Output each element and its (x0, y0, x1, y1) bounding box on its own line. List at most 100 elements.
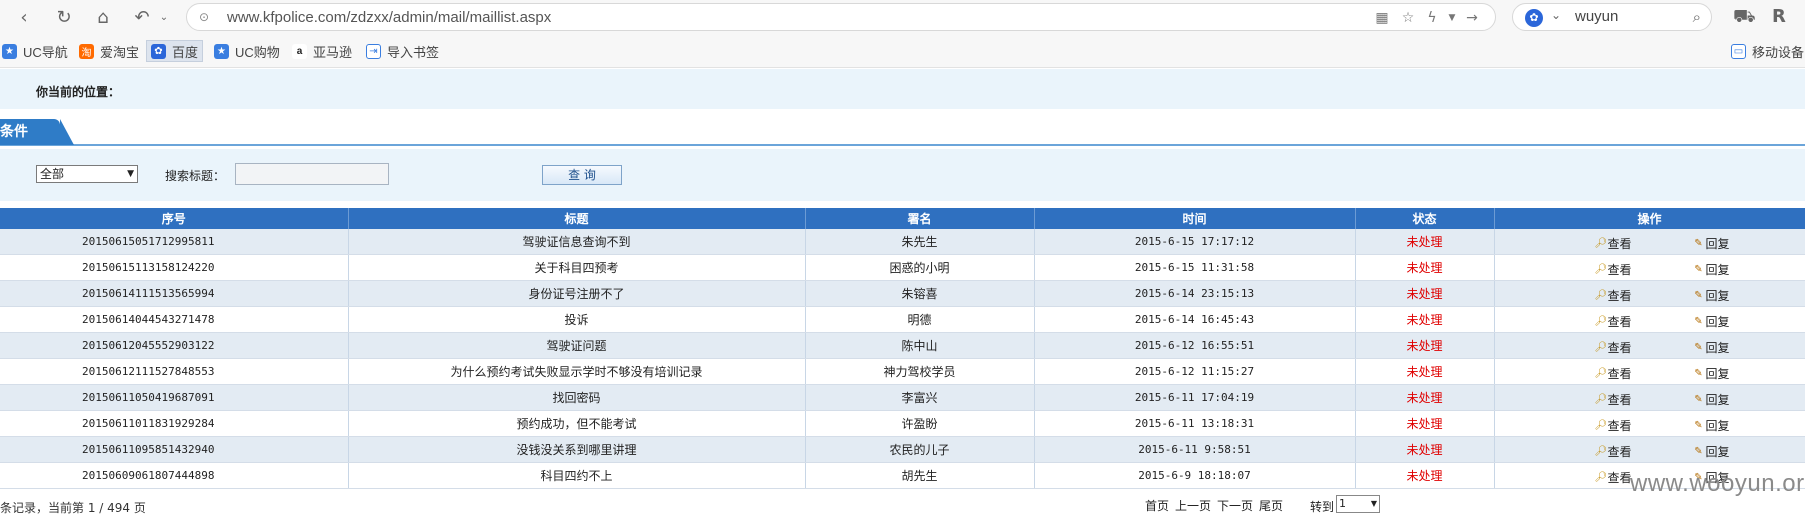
go-arrow-icon[interactable]: → (1463, 9, 1481, 27)
cell-status: 未处理 (1355, 410, 1495, 437)
bookmark-label: UC购物 (235, 44, 280, 60)
table-row: 20150611095851432940 没钱没关系到哪里讲理 农民的儿子 2015-… (0, 436, 1805, 463)
view-link[interactable]: 🔎︎ 查看 (1595, 313, 1632, 330)
reply-link[interactable]: ✎ 回复 (1693, 313, 1729, 330)
cell-time: 2015-6-14 16:45:43 (1034, 306, 1356, 333)
bookmark-baidu[interactable]: ✿ 百度 (146, 40, 204, 62)
star-icon[interactable]: ☆ (1399, 9, 1417, 27)
url-text[interactable]: www.kfpolice.com/zdzxx/admin/mail/mailli… (227, 9, 551, 26)
tab-underline (0, 144, 1805, 146)
edit-icon: ✎ (1694, 393, 1703, 405)
search-icon[interactable]: ⌕ (1693, 8, 1701, 26)
view-link[interactable]: 🔎︎ 查看 (1595, 261, 1632, 278)
search-box[interactable]: ✿ ⌄ wuyun ⌕ (1512, 3, 1712, 31)
goto-page-value: 1 (1339, 497, 1346, 510)
cell-actions: 🔎︎ 查看 ✎ 回复 (1494, 306, 1805, 333)
record-info: 条记录，当前第 1 / 494 页 (0, 501, 146, 515)
bookmark-uc-shop[interactable]: ★ UC购物 (214, 42, 280, 60)
taobao-icon: 淘 (79, 43, 94, 59)
dropdown-icon[interactable]: ▼ (1443, 9, 1461, 27)
goto-label: 转到 (1310, 500, 1335, 514)
baidu-paw-icon[interactable]: ✿ (1525, 9, 1543, 27)
reply-link[interactable]: ✎ 回复 (1693, 443, 1730, 460)
engine-dropdown-icon[interactable]: ⌄ (1551, 8, 1561, 22)
goto-page-select[interactable]: 1 ▼ (1336, 495, 1380, 513)
view-link[interactable]: 🔎︎ 查看 (1595, 391, 1632, 408)
view-link[interactable]: 🔎︎ 查看 (1595, 235, 1632, 252)
search-title-input[interactable] (235, 163, 389, 185)
view-link[interactable]: 🔎︎ 查看 (1595, 287, 1632, 304)
reply-link[interactable]: ✎ 回复 (1693, 235, 1730, 252)
refresh-icon[interactable]: ↻ (52, 5, 76, 29)
lightning-icon[interactable]: ϟ (1423, 9, 1441, 27)
uc-icon: ★ (214, 43, 229, 59)
category-select[interactable]: 全部 ▼ (36, 165, 138, 183)
view-label: 查看 (1607, 263, 1632, 277)
reply-link[interactable]: ✎ 回复 (1693, 391, 1729, 408)
reply-label: 回复 (1705, 445, 1730, 459)
reply-label: 回复 (1705, 419, 1730, 433)
table-row: 20150612045552903122 驾驶证问题 陈中山 2015-6-12 16… (0, 332, 1805, 359)
reply-link[interactable]: ✎ 回复 (1693, 417, 1730, 434)
edit-icon: ✎ (1694, 263, 1703, 275)
qr-code-icon[interactable]: ▦ (1373, 9, 1391, 27)
cell-id: 20150611011831929284 (0, 410, 349, 437)
view-link[interactable]: 🔎︎ 查看 (1595, 417, 1632, 434)
reply-link[interactable]: ✎ 回复 (1693, 261, 1729, 278)
cell-time: 2015-6-12 16:55:51 (1034, 332, 1356, 359)
cell-author: 陈中山 (805, 332, 1035, 359)
cell-status: 未处理 (1355, 229, 1495, 255)
reply-link[interactable]: ✎ 回复 (1693, 339, 1729, 356)
table-row: 20150611050419687091 找回密码 李富兴 2015-6-11 17:… (0, 384, 1805, 411)
cell-status: 未处理 (1355, 462, 1495, 489)
back-icon[interactable]: ‹ (12, 5, 36, 29)
query-button[interactable]: 查 询 (542, 165, 622, 185)
first-page-link[interactable]: 首页 (1145, 497, 1169, 514)
header-time[interactable]: 时间 (1034, 208, 1356, 229)
address-bar[interactable]: ⊙ www.kfpolice.com/zdzxx/admin/mail/mail… (186, 3, 1496, 31)
mobile-device-button[interactable]: ▭ 移动设备 (1731, 42, 1804, 60)
next-page-link[interactable]: 下一页 (1217, 497, 1253, 514)
bookmark-amazon[interactable]: a 亚马逊 (292, 42, 352, 60)
view-link[interactable]: 🔎︎ 查看 (1595, 339, 1632, 356)
magnifier-icon: 🔎︎ (1594, 445, 1608, 457)
undo-icon[interactable]: ↶ (130, 5, 154, 29)
bookmark-import[interactable]: ⇥ 导入书签 (366, 42, 439, 60)
edit-icon: ✎ (1694, 367, 1703, 379)
cell-id: 20150615113158124220 (0, 254, 349, 281)
cell-status: 未处理 (1355, 280, 1495, 307)
view-link[interactable]: 🔎︎ 查看 (1595, 365, 1632, 382)
cell-time: 2015-6-14 23:15:13 (1034, 280, 1356, 307)
bookmark-label: 亚马逊 (313, 44, 353, 60)
cell-title: 关于科目四预考 (348, 254, 806, 281)
view-link[interactable]: 🔎︎ 查看 (1595, 443, 1632, 460)
reply-label: 回复 (1705, 237, 1730, 251)
reply-link[interactable]: ✎ 回复 (1693, 365, 1730, 382)
cell-title: 驾驶证问题 (348, 332, 806, 359)
bookmark-aitaobao[interactable]: 淘 爱淘宝 (79, 42, 139, 60)
header-title[interactable]: 标题 (348, 208, 806, 229)
cell-actions: 🔎︎ 查看 ✎ 回复 (1494, 332, 1805, 359)
folder-icon: ▭ (1731, 43, 1746, 59)
cell-actions: 🔎︎ 查看 ✎ 回复 (1494, 358, 1805, 385)
header-id[interactable]: 序号 (0, 208, 349, 229)
mobile-device-label: 移动设备 (1752, 44, 1805, 60)
cell-author: 朱镕喜 (805, 280, 1035, 307)
bookmark-uc-nav[interactable]: ★ UC导航 (2, 42, 68, 60)
search-query[interactable]: wuyun (1575, 8, 1618, 25)
reply-label: 回复 (1705, 367, 1730, 381)
header-status[interactable]: 状态 (1355, 208, 1495, 229)
home-icon[interactable]: ⌂ (91, 5, 115, 29)
bookmarks-bar: ★ UC导航 淘 爱淘宝 ✿ 百度 ★ UC购物 a 亚马逊 ⇥ 导入书签 ▭ … (0, 34, 1805, 68)
chevron-down-icon[interactable]: ⌄ (152, 5, 176, 29)
header-author[interactable]: 署名 (805, 208, 1035, 229)
account-icon[interactable]: R (1772, 6, 1786, 27)
table-header: 序号 标题 署名 时间 状态 操作 (0, 208, 1805, 229)
site-info-icon[interactable]: ⊙ (199, 10, 213, 24)
condition-tab-row: 条件 (0, 109, 1805, 149)
prev-page-link[interactable]: 上一页 (1175, 497, 1211, 514)
last-page-link[interactable]: 尾页 (1259, 497, 1283, 514)
cart-icon[interactable]: ⛟ (1733, 6, 1756, 30)
view-link[interactable]: 🔎︎ 查看 (1595, 469, 1632, 486)
reply-link[interactable]: ✎ 回复 (1693, 287, 1729, 304)
